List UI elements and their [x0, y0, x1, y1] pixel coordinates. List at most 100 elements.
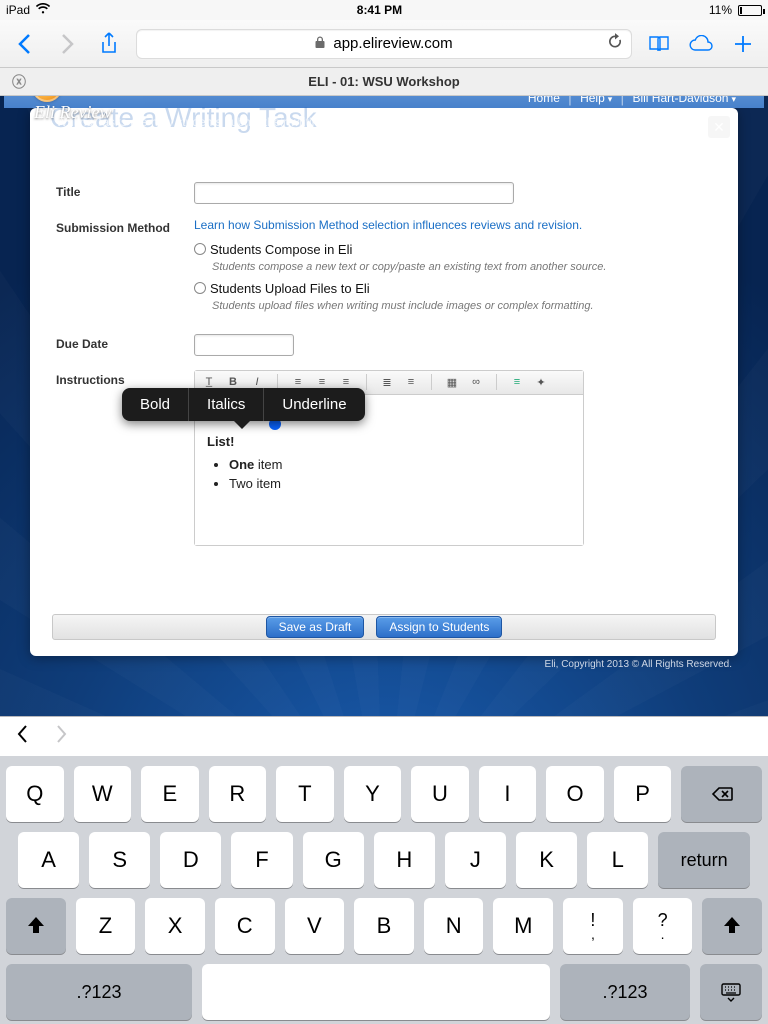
label-due: Due Date	[56, 334, 194, 356]
popover-underline[interactable]: Underline	[264, 388, 364, 421]
list-item: Two item	[229, 476, 571, 491]
key-s[interactable]: S	[89, 832, 150, 888]
key-w[interactable]: W	[74, 766, 132, 822]
compose-helper: Students compose a new text or copy/past…	[212, 261, 712, 273]
key-o[interactable]: O	[546, 766, 604, 822]
key-row-4: .?123 .?123	[6, 964, 762, 1020]
address-bar[interactable]: app.elireview.com	[136, 29, 632, 59]
key-space[interactable]	[202, 964, 550, 1020]
radio-compose[interactable]	[194, 243, 206, 255]
key-d[interactable]: D	[160, 832, 221, 888]
tab-bar[interactable]: ⓧ ELI - 01: WSU Workshop	[0, 68, 768, 96]
key-shift-left[interactable]	[6, 898, 66, 954]
banner-text: Writing Tasks are how students submit th…	[56, 114, 712, 148]
safari-toolbar: app.elireview.com	[0, 20, 768, 68]
key-x[interactable]: X	[145, 898, 205, 954]
list-item: One item	[229, 457, 571, 472]
key-u[interactable]: U	[411, 766, 469, 822]
key-g[interactable]: G	[303, 832, 364, 888]
reload-button[interactable]	[606, 32, 624, 55]
page-background: ✕ Create a Writing Task Eli Review Home …	[0, 96, 768, 716]
close-tab-icon[interactable]: ⓧ	[12, 72, 26, 92]
key-h[interactable]: H	[374, 832, 435, 888]
editor-link-icon[interactable]: ∞	[468, 374, 484, 390]
key-hide-keyboard[interactable]	[700, 964, 762, 1020]
editor-heading: List!	[207, 434, 571, 449]
editor-color-icon[interactable]: ≡	[509, 374, 525, 390]
save-draft-button[interactable]: Save as Draft	[266, 616, 365, 638]
form-next-button[interactable]	[54, 724, 68, 750]
key-r[interactable]: R	[209, 766, 267, 822]
modal-panel: ✕ Create a Writing Task Eli Review Home …	[30, 108, 738, 656]
label-submission: Submission Method	[56, 218, 194, 320]
bookmarks-button[interactable]	[644, 29, 674, 59]
popover-italics[interactable]: Italics	[189, 388, 263, 421]
key-m[interactable]: M	[493, 898, 553, 954]
form-prev-button[interactable]	[16, 724, 30, 750]
key-backspace[interactable]	[681, 766, 762, 822]
keyboard-accessory-bar	[0, 716, 768, 756]
nav-user[interactable]: Bill Hart-Davidson▾	[632, 96, 736, 105]
battery-percent: 11%	[709, 3, 732, 17]
key-k[interactable]: K	[516, 832, 577, 888]
radio-upload-label: Students Upload Files to Eli	[210, 281, 370, 296]
key-period[interactable]: ?.	[633, 898, 693, 954]
key-e[interactable]: E	[141, 766, 199, 822]
assign-button[interactable]: Assign to Students	[376, 616, 502, 638]
key-return[interactable]: return	[658, 832, 750, 888]
key-i[interactable]: I	[479, 766, 537, 822]
icloud-tabs-button[interactable]	[686, 29, 716, 59]
nav-help[interactable]: Help▾	[580, 96, 612, 105]
footer-action-bar: Save as Draft Assign to Students	[52, 614, 716, 640]
url-host: app.elireview.com	[333, 35, 452, 52]
editor-table-icon[interactable]: ▦	[444, 374, 460, 390]
editor-more-icon[interactable]: ✦	[533, 374, 549, 390]
key-c[interactable]: C	[215, 898, 275, 954]
top-nav: Home | Help▾ | Bill Hart-Davidson▾	[528, 96, 736, 107]
onscreen-keyboard: Q W E R T Y U I O P A S D F G H J K L re…	[0, 756, 768, 1024]
key-j[interactable]: J	[445, 832, 506, 888]
submission-learn-link[interactable]: Learn how Submission Method selection in…	[194, 218, 712, 232]
editor-list-icon[interactable]: ≣	[379, 374, 395, 390]
key-a[interactable]: A	[18, 832, 79, 888]
radio-upload[interactable]	[194, 282, 206, 294]
label-title: Title	[56, 182, 194, 204]
key-l[interactable]: L	[587, 832, 648, 888]
radio-compose-label: Students Compose in Eli	[210, 242, 352, 257]
lock-icon	[315, 36, 325, 51]
key-v[interactable]: V	[285, 898, 345, 954]
key-b[interactable]: B	[354, 898, 414, 954]
editor-list: One item Two item	[229, 457, 571, 491]
key-n[interactable]: N	[424, 898, 484, 954]
nav-home[interactable]: Home	[528, 96, 560, 105]
key-shift-right[interactable]	[702, 898, 762, 954]
share-button[interactable]	[94, 29, 124, 59]
key-row-2: A S D F G H J K L return	[6, 832, 762, 888]
new-tab-button[interactable]	[728, 29, 758, 59]
key-comma[interactable]: !,	[563, 898, 623, 954]
due-date-input[interactable]	[194, 334, 294, 356]
key-mode-left[interactable]: .?123	[6, 964, 192, 1020]
popover-bold[interactable]: Bold	[122, 388, 188, 421]
key-p[interactable]: P	[614, 766, 672, 822]
editor-numlist-icon[interactable]: ≡	[403, 374, 419, 390]
clock: 8:41 PM	[357, 3, 402, 17]
upload-helper: Students upload files when writing must …	[212, 300, 712, 312]
banner-link[interactable]: Learn more about Writing Tasks.	[130, 132, 302, 146]
ios-status-bar: iPad 8:41 PM 11%	[0, 0, 768, 20]
title-input[interactable]	[194, 182, 514, 204]
wifi-icon	[36, 3, 50, 17]
key-row-3: Z X C V B N M !, ?.	[6, 898, 762, 954]
key-q[interactable]: Q	[6, 766, 64, 822]
key-y[interactable]: Y	[344, 766, 402, 822]
key-mode-right[interactable]: .?123	[560, 964, 690, 1020]
device-label: iPad	[6, 3, 30, 17]
copyright: Eli, Copyright 2013 © All Rights Reserve…	[545, 659, 732, 670]
back-button[interactable]	[10, 29, 40, 59]
key-t[interactable]: T	[276, 766, 334, 822]
key-z[interactable]: Z	[76, 898, 136, 954]
battery-icon	[738, 5, 762, 16]
key-row-1: Q W E R T Y U I O P	[6, 766, 762, 822]
key-f[interactable]: F	[231, 832, 292, 888]
forward-button[interactable]	[52, 29, 82, 59]
